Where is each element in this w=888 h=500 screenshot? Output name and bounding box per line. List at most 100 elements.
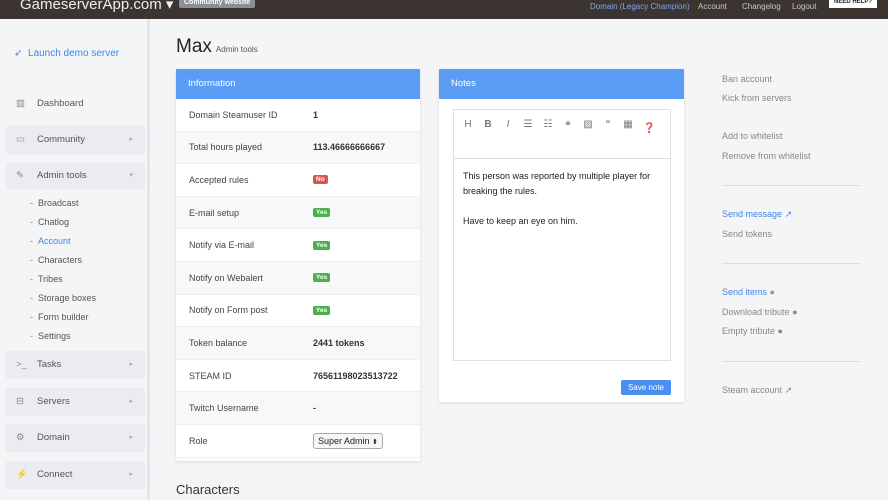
info-label: Notify on Form post	[189, 305, 268, 316]
image-icon[interactable]: ▨	[583, 119, 593, 149]
information-card: Information Domain Steamuser ID 1 Total ho…	[176, 69, 420, 461]
sub-characters[interactable]: Characters	[30, 255, 82, 265]
link-icon[interactable]: ⚭	[563, 119, 573, 149]
info-label: Domain Steamuser ID	[189, 109, 278, 120]
sub-account[interactable]: Account	[30, 236, 70, 246]
plug-icon: ⚡	[16, 469, 28, 480]
info-row: Accepted rules No	[176, 164, 420, 197]
status-badge: Yes	[313, 240, 331, 250]
info-label: Token balance	[189, 337, 248, 348]
sub-storage-boxes[interactable]: Storage boxes	[30, 293, 96, 303]
sub-chatlog[interactable]: Chatlog	[30, 217, 69, 227]
info-row: Role Super Admin ⬍	[176, 425, 420, 458]
characters-heading: Characters	[176, 482, 240, 497]
add-whitelist-link[interactable]: Add to whitelist	[722, 131, 783, 141]
info-row: Notify on Form post Yes	[176, 295, 420, 328]
brand-menu[interactable]: GameserverApp.com ▾	[20, 0, 173, 13]
label: Domain	[37, 432, 70, 443]
download-tribute-link[interactable]: Download tribute ●	[722, 307, 798, 317]
launch-demo-server[interactable]: ➶ Launch demo server	[14, 48, 119, 59]
send-tokens-link[interactable]: Send tokens	[722, 229, 772, 239]
window-icon: ▭	[16, 134, 25, 145]
kick-link[interactable]: Kick from servers	[722, 93, 792, 103]
label: Download tribute	[722, 307, 790, 317]
sidebar-item-admin-tools[interactable]: ✎ Admin tools ▾	[6, 162, 145, 190]
subtitle: Admin tools	[215, 45, 258, 54]
top-bar: GameserverApp.com ▾ Community website Do…	[0, 0, 888, 19]
steam-account-link[interactable]: Steam account ↗	[722, 385, 792, 396]
label: Empty tribute	[722, 326, 776, 336]
nav-account[interactable]: Account	[698, 2, 727, 12]
label: Servers	[37, 396, 70, 407]
remove-whitelist-link[interactable]: Remove from whitelist	[722, 151, 811, 161]
label: Send items	[722, 287, 768, 297]
sub-tribes[interactable]: Tribes	[30, 274, 63, 284]
sub-form-builder[interactable]: Form builder	[30, 312, 88, 322]
ban-account-link[interactable]: Ban account	[722, 74, 772, 84]
community-website-button[interactable]: Community website	[179, 0, 256, 8]
brand: GameserverApp.com	[20, 0, 162, 13]
empty-tribute-link[interactable]: Empty tribute ●	[722, 326, 783, 336]
table-icon[interactable]: ▦	[623, 119, 633, 149]
editor-toolbar: HBI ☰ ☷ ⚭ ▨ “ ▦ ❓	[454, 110, 670, 159]
notes-card: Notes HBI ☰ ☷ ⚭ ▨ “ ▦ ❓ This person was rep…	[439, 69, 684, 402]
external-link-icon: ↗	[784, 385, 793, 395]
save-note-button[interactable]: Save note	[620, 380, 671, 395]
card-header: Notes	[439, 69, 684, 99]
bullet-list-icon[interactable]: ☰	[523, 119, 533, 149]
chevron-right-icon: ▸	[129, 398, 133, 405]
role-select[interactable]: Super Admin ⬍	[313, 432, 383, 449]
launch-label: Launch demo server	[27, 48, 120, 59]
label: Send message	[722, 209, 783, 219]
sub-broadcast[interactable]: Broadcast	[30, 198, 78, 208]
sidebar-item-tasks[interactable]: >_ Tasks ▸	[6, 351, 145, 379]
note-line: Have to keep an eye on him.	[463, 216, 578, 226]
terminal-icon: >_	[16, 359, 27, 370]
wand-icon: ✎	[16, 170, 24, 181]
sub-settings[interactable]: Settings	[30, 331, 70, 341]
note-line: This person was reported by multiple pla…	[463, 171, 651, 196]
bold-icon[interactable]: B	[483, 119, 493, 149]
chart-icon: ▥	[16, 98, 25, 109]
send-items-link[interactable]: Send items ●	[722, 287, 775, 297]
sidebar-item-connect[interactable]: ⚡ Connect ▸	[6, 461, 145, 489]
chevron-right-icon: ▸	[129, 136, 133, 143]
divider	[722, 185, 860, 186]
sidebar-item-dashboard[interactable]: ▥ Dashboard	[6, 90, 145, 118]
gear-icon: ⚙	[16, 432, 25, 443]
help-icon: ●	[777, 326, 783, 336]
page-title: Max Admin tools	[176, 36, 258, 58]
sidebar-item-domain[interactable]: ⚙ Domain ▸	[6, 424, 145, 452]
status-badge: Yes	[313, 273, 331, 283]
status-badge: Yes	[313, 208, 331, 218]
notes-text[interactable]: This person was reported by multiple pla…	[454, 159, 670, 239]
card-header: Information	[176, 69, 420, 99]
need-help-button[interactable]: NEED HELP?	[829, 0, 877, 8]
info-label: Accepted rules	[189, 174, 249, 185]
nav-changelog[interactable]: Changelog	[742, 2, 781, 12]
help-icon: ●	[769, 287, 775, 297]
info-label: Twitch Username	[189, 403, 259, 414]
sidebar-item-community[interactable]: ▭ Community ▸	[6, 126, 145, 154]
external-link-icon: ↗	[784, 209, 793, 219]
quote-icon[interactable]: “	[603, 119, 613, 149]
italic-icon[interactable]: I	[503, 119, 513, 149]
nav-logout[interactable]: Logout	[792, 2, 816, 12]
help-icon[interactable]: ❓	[643, 123, 655, 149]
info-value: 113.46666666667	[313, 142, 386, 153]
heading-icon[interactable]: H	[463, 119, 473, 149]
info-label: Notify via E-mail	[189, 240, 255, 251]
rocket-icon: ➶	[14, 48, 23, 59]
send-message-link[interactable]: Send message ↗	[722, 209, 792, 220]
info-row: STEAM ID 76561198023513722	[176, 360, 420, 393]
notes-editor[interactable]: HBI ☰ ☷ ⚭ ▨ “ ▦ ❓ This person was reported …	[453, 109, 671, 361]
label: Tasks	[37, 359, 62, 370]
label: Admin tools	[37, 170, 87, 181]
info-row: Notify on Webalert Yes	[176, 261, 420, 295]
numbered-list-icon[interactable]: ☷	[543, 119, 553, 149]
nav-domain[interactable]: Domain (Legacy Champion)	[590, 2, 690, 12]
sidebar-item-servers[interactable]: ⊟ Servers ▸	[6, 388, 145, 416]
info-label: STEAM ID	[189, 370, 232, 381]
info-row: Twitch Username -	[176, 392, 420, 425]
updown-icon: ⬍	[372, 438, 378, 446]
